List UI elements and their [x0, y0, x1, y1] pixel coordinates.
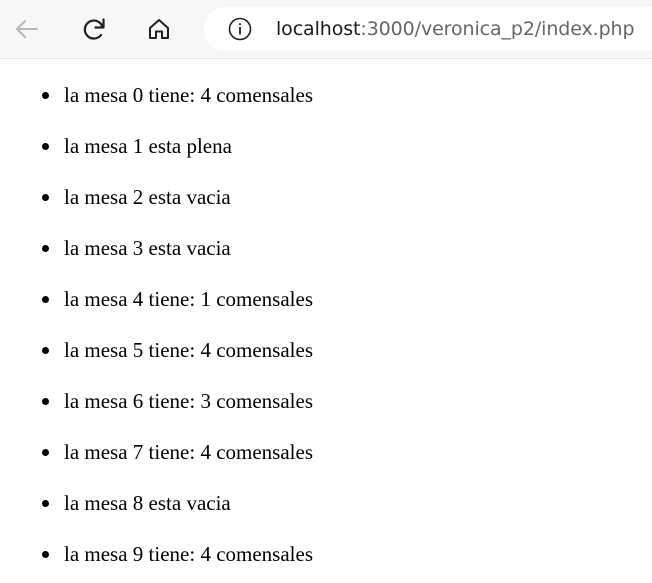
bullet [42, 296, 49, 303]
page-content: la mesa 0 tiene: 4 comensales la mesa 1 … [0, 58, 652, 568]
reload-button[interactable] [76, 11, 112, 47]
bullet [42, 551, 49, 558]
browser-toolbar: localhost:3000/veronica_p2/index.php [0, 0, 652, 59]
reload-icon [83, 18, 105, 40]
list-item: la mesa 0 tiene: 4 comensales [0, 58, 652, 109]
home-button[interactable] [141, 11, 177, 47]
mesa-status-text: la mesa 8 esta vacia [64, 491, 231, 515]
mesa-status-text: la mesa 6 tiene: 3 comensales [64, 389, 313, 413]
url-text[interactable]: localhost:3000/veronica_p2/index.php [276, 17, 635, 41]
mesa-status-text: la mesa 1 esta plena [64, 134, 232, 158]
back-button[interactable] [9, 11, 45, 47]
url-path: :3000/veronica_p2/index.php [360, 18, 635, 40]
bullet [42, 194, 49, 201]
mesa-status-text: la mesa 7 tiene: 4 comensales [64, 440, 313, 464]
list-item: la mesa 1 esta plena [0, 109, 652, 160]
bullet [42, 347, 49, 354]
back-arrow-icon [16, 20, 38, 38]
bullet [42, 500, 49, 507]
bullet [42, 398, 49, 405]
list-item: la mesa 6 tiene: 3 comensales [0, 364, 652, 415]
info-icon[interactable] [228, 17, 252, 41]
home-icon [149, 19, 169, 39]
bullet [42, 245, 49, 252]
list-item: la mesa 3 esta vacia [0, 211, 652, 262]
mesa-status-text: la mesa 3 esta vacia [64, 236, 231, 260]
list-item: la mesa 4 tiene: 1 comensales [0, 262, 652, 313]
bullet [42, 449, 49, 456]
url-host: localhost [276, 18, 361, 40]
mesa-status-text: la mesa 0 tiene: 4 comensales [64, 83, 313, 107]
mesa-status-text: la mesa 5 tiene: 4 comensales [64, 338, 313, 362]
list-item: la mesa 5 tiene: 4 comensales [0, 313, 652, 364]
list-item: la mesa 8 esta vacia [0, 466, 652, 517]
bullet [42, 143, 49, 150]
address-bar[interactable]: localhost:3000/veronica_p2/index.php [204, 7, 652, 51]
bullet [42, 92, 49, 99]
mesa-status-text: la mesa 4 tiene: 1 comensales [64, 287, 313, 311]
mesa-status-text: la mesa 2 esta vacia [64, 185, 231, 209]
list-item: la mesa 7 tiene: 4 comensales [0, 415, 652, 466]
list-item: la mesa 9 tiene: 4 comensales [0, 517, 652, 568]
mesa-list: la mesa 0 tiene: 4 comensales la mesa 1 … [0, 58, 652, 568]
mesa-status-text: la mesa 9 tiene: 4 comensales [64, 542, 313, 566]
list-item: la mesa 2 esta vacia [0, 160, 652, 211]
